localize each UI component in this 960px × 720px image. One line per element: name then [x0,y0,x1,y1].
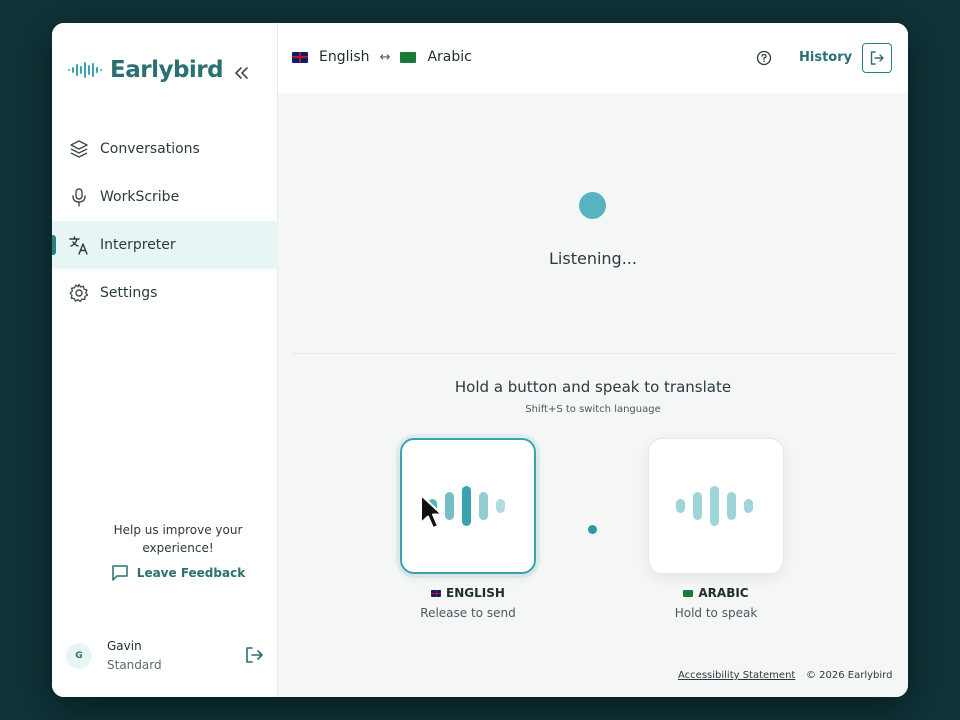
sidebar-item-conversations[interactable]: Conversations [52,125,278,173]
sidebar-item-settings[interactable]: Settings [52,269,278,317]
english-button-label: ENGLISH [368,586,568,600]
status-dot [588,525,597,534]
leave-feedback-link[interactable]: Leave Feedback [88,564,268,582]
arabic-button-label: ARABIC [616,586,816,600]
source-language: English [319,49,370,65]
sidebar-item-label: Settings [100,285,158,301]
sidebar: Earlybird Conversations WorkScribe Inter… [52,23,278,697]
listening-indicator [579,192,606,219]
top-bar: English ↔ Arabic History [278,23,908,93]
chat-bubble-icon [112,565,128,581]
waveform-icon [676,486,753,526]
divider [292,353,894,354]
uk-flag-icon [431,589,442,597]
brand-name: Earlybird [110,57,224,83]
saudi-flag-icon [400,51,417,63]
swap-arrow-icon[interactable]: ↔ [380,50,391,65]
main-panel: English ↔ Arabic History Listening... Ho… [278,23,908,697]
arabic-speak-button[interactable] [648,438,784,574]
arabic-button-hint: Hold to speak [674,606,758,620]
instruction-subtitle: Shift+S to switch language [525,404,661,415]
accessibility-link[interactable]: Accessibility Statement [678,670,795,681]
english-label-text: ENGLISH [446,586,505,600]
uk-flag-icon [292,51,308,63]
app-window: Earlybird Conversations WorkScribe Inter… [52,23,908,697]
sidebar-item-label: WorkScribe [100,189,180,205]
avatar[interactable]: G [66,643,92,669]
language-pair[interactable]: English ↔ Arabic [292,49,472,65]
microphone-icon [68,186,90,208]
saudi-flag-icon [683,589,694,597]
translate-icon [68,234,90,256]
instruction-title: Hold a button and speak to translate [454,378,732,396]
layers-icon [68,138,90,160]
sidebar-item-label: Conversations [100,141,200,157]
user-profile: G Gavin Standard [52,635,278,685]
sidebar-item-label: Interpreter [100,237,176,253]
exit-button[interactable] [862,43,892,73]
arabic-label-text: ARABIC [698,586,749,600]
leave-feedback-label: Leave Feedback [136,566,246,580]
exit-icon [870,51,884,65]
logout-icon[interactable] [244,645,264,665]
waveform-logo-icon [68,62,102,78]
english-button-hint: Release to send [420,606,516,620]
copyright-text: © 2026 Earlybird [806,670,893,681]
help-icon[interactable] [756,50,772,66]
sidebar-item-workscribe[interactable]: WorkScribe [52,173,278,221]
brand-logo[interactable]: Earlybird [68,57,224,83]
feedback-box: Help us improve your experience! Leave F… [88,521,268,582]
status-text: Listening... [549,249,637,268]
history-button[interactable]: History [799,50,852,65]
target-language: Arabic [427,49,472,65]
user-name: Gavin [107,639,142,653]
sidebar-nav: Conversations WorkScribe Interpreter Set… [52,125,278,317]
mouse-cursor-icon [420,494,443,529]
feedback-text: Help us improve your experience! [113,523,243,555]
user-plan: Standard [107,658,162,672]
chevrons-left-icon[interactable] [232,63,252,83]
gear-icon [68,282,90,304]
sidebar-item-interpreter[interactable]: Interpreter [52,221,278,269]
